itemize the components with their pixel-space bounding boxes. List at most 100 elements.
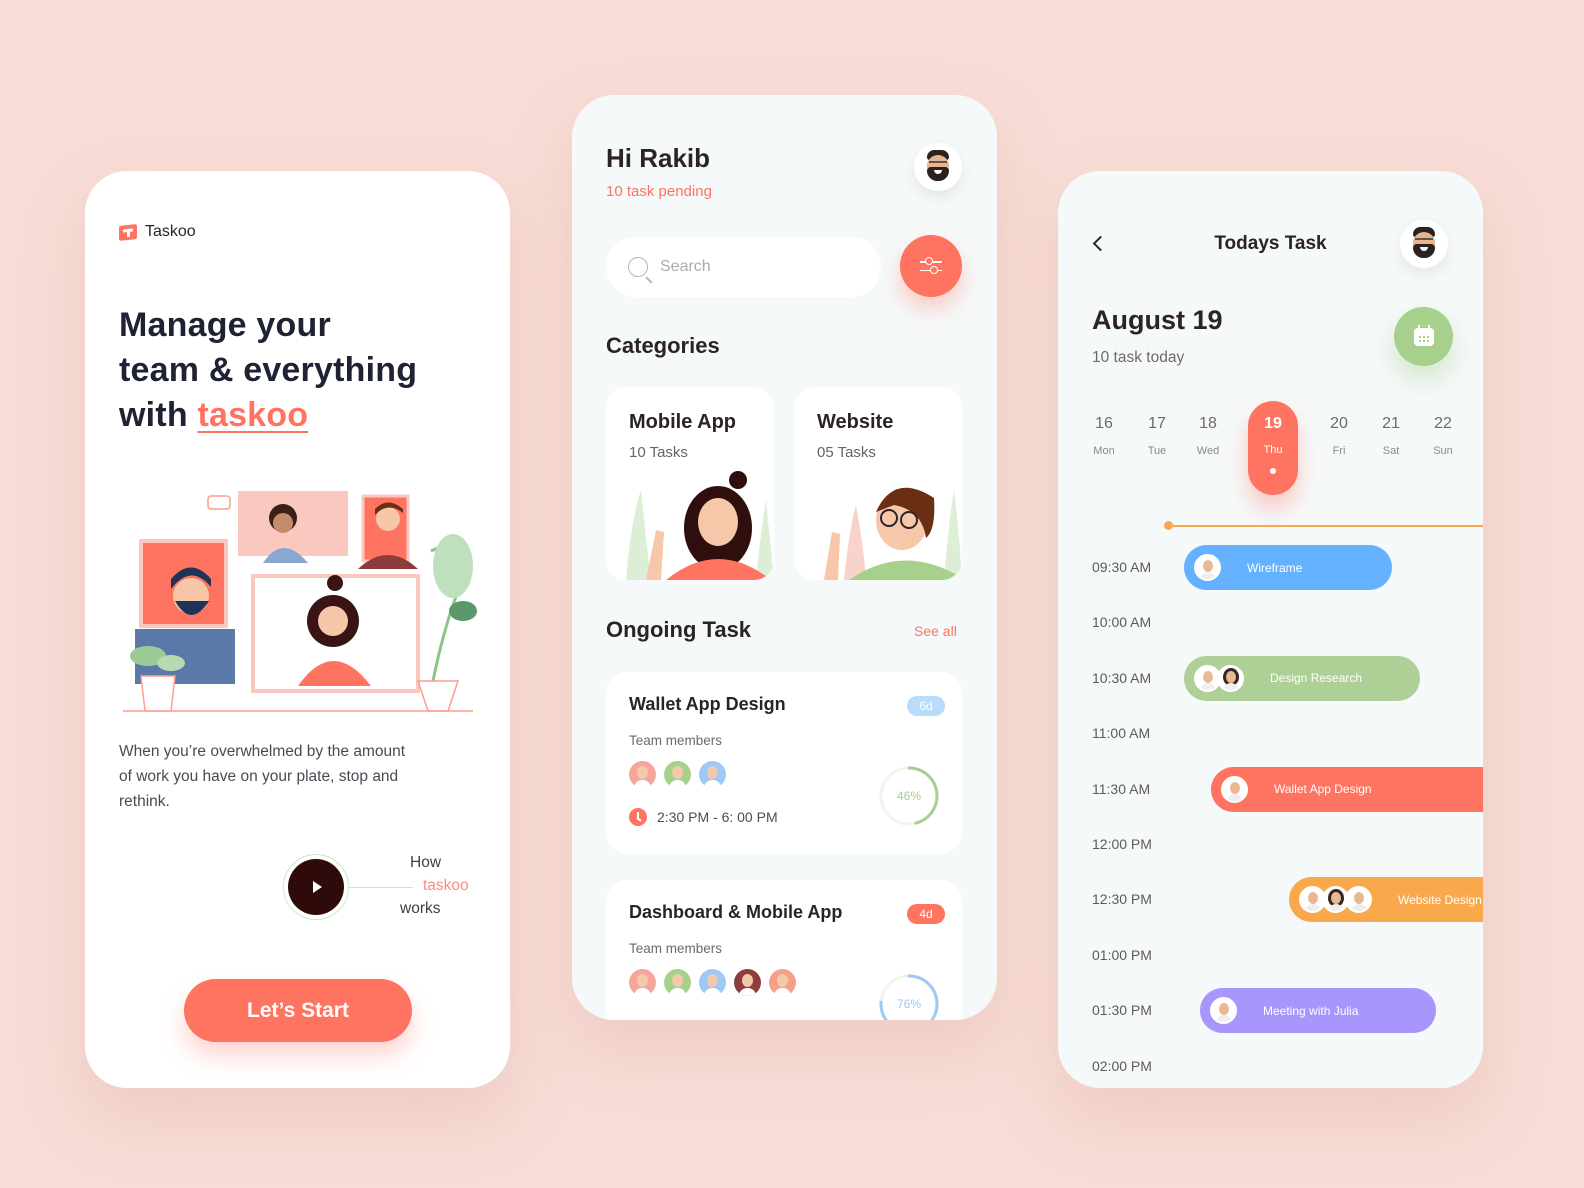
time-label: 12:00 PM (1092, 836, 1152, 852)
team-member-avatar (734, 969, 761, 996)
day-tue[interactable]: 17 Tue (1132, 403, 1182, 457)
onboarding-description: When you’re overwhelmed by the amount of… (119, 743, 406, 810)
category-count: 05 Tasks (817, 444, 876, 461)
how-it-works-label: How taskoo works (390, 851, 469, 920)
progress-ring: 46% (877, 764, 941, 828)
team-member-avatar (664, 761, 691, 788)
illus-woman-face (273, 513, 293, 533)
calendar-button[interactable] (1394, 307, 1453, 366)
attendee-avatar (1345, 886, 1372, 914)
day-fri[interactable]: 20 Fri (1314, 403, 1364, 457)
profile-avatar[interactable] (1400, 220, 1448, 268)
day-name: Mon (1093, 445, 1115, 457)
event-label: Wallet App Design (1274, 782, 1372, 797)
team-member-avatar (699, 761, 726, 788)
task-card-dashboard[interactable]: Dashboard & Mobile App 4d Team members 7… (606, 880, 962, 1020)
progress-label: 46% (896, 789, 922, 803)
days-badge: 6d (907, 696, 945, 716)
memoji-avatar-icon (1409, 227, 1439, 261)
event-meeting-with-julia[interactable]: Meeting with Julia (1200, 988, 1436, 1034)
day-name: Fri (1332, 445, 1346, 457)
category-card-mobile-app[interactable]: Mobile App 10 Tasks (606, 387, 774, 580)
illus-pot-right (416, 680, 460, 712)
task-card-wallet-app[interactable]: Wallet App Design 6d Team members 2:30 P… (606, 672, 962, 854)
illus-center-face (318, 606, 348, 636)
event-wireframe[interactable]: Wireframe (1184, 545, 1392, 590)
day-name: Sun (1433, 445, 1453, 457)
filter-button[interactable] (900, 235, 962, 297)
how-it-works-play-button[interactable] (283, 854, 349, 920)
week-strip: 16 Mon 17 Tue 18 Wed 19 Thu 20 Fri 21 Sat 22 Sun (1058, 401, 1483, 503)
greeting: Hi Rakib (606, 143, 711, 173)
attendee-avatar (1221, 775, 1248, 803)
team-member-avatar (629, 969, 656, 996)
day-number: 16 (1095, 415, 1113, 432)
time-label: 01:30 PM (1092, 1002, 1152, 1019)
day-sun[interactable]: 22 Sun (1418, 403, 1468, 457)
woman-waving-illustration (626, 471, 774, 580)
day-number: 19 (1264, 415, 1282, 432)
task-time-text: 2:30 PM - 6: 00 PM (657, 809, 778, 825)
event-label: Website Design (1398, 892, 1482, 907)
brand: Taskoo (119, 223, 196, 241)
play-button[interactable] (288, 859, 344, 915)
how-line-3: works (400, 900, 441, 917)
event-avatars (1194, 554, 1221, 581)
play-icon (313, 881, 322, 893)
hero-line-2: team & everything (119, 351, 418, 389)
progress-label: 76% (896, 997, 922, 1011)
search-icon (628, 257, 648, 277)
time-label: 11:00 AM (1092, 725, 1151, 742)
art-shirt (666, 559, 771, 580)
task-name: Dashboard & Mobile App (629, 902, 843, 922)
slider-knob (930, 266, 938, 274)
team-members-label: Team members (629, 733, 723, 748)
art-leaf (626, 490, 651, 580)
search-input[interactable] (660, 258, 850, 276)
event-design-research[interactable]: Design Research (1184, 655, 1420, 701)
event-avatars (1221, 775, 1248, 803)
see-all-link[interactable]: See all (914, 623, 957, 639)
art-leaf (756, 500, 774, 580)
ongoing-title: Ongoing Task (606, 617, 752, 642)
search-bar[interactable] (606, 237, 881, 297)
art-face (698, 498, 738, 546)
day-number: 21 (1382, 415, 1400, 432)
illus-plant-right-leaf (433, 534, 473, 598)
memoji-avatar-icon (923, 150, 953, 184)
day-number: 20 (1330, 415, 1348, 432)
day-sat[interactable]: 21 Sat (1366, 403, 1416, 457)
category-card-website[interactable]: Website 05 Tasks (794, 387, 962, 580)
event-label: Wireframe (1247, 560, 1303, 575)
task-count-today: 10 task today (1092, 349, 1185, 366)
attendee-avatar (1194, 554, 1221, 581)
day-name: Wed (1196, 445, 1220, 457)
day-mon[interactable]: 16 Mon (1079, 403, 1129, 457)
event-avatars (1210, 997, 1237, 1025)
hero-line-3: with taskoo (119, 393, 417, 438)
illus-plant-left-leaf-2 (157, 655, 185, 671)
day-wed[interactable]: 18 Wed (1183, 403, 1233, 457)
lets-start-button[interactable]: Let’s Start (184, 979, 412, 1042)
event-wallet-app-design[interactable]: Wallet App Design (1211, 766, 1483, 812)
task-time: 2:30 PM - 6: 00 PM (629, 808, 778, 826)
attendee-avatar (1210, 997, 1237, 1025)
todays-task-screen: Todays Task August 19 10 task today 16 Mo… (1058, 171, 1483, 1088)
category-count: 10 Tasks (629, 444, 688, 461)
illus-chat-bubble (207, 495, 231, 510)
profile-avatar[interactable] (914, 143, 962, 191)
categories-title: Categories (606, 333, 720, 358)
calendar-icon (1413, 324, 1434, 346)
task-name: Wallet App Design (629, 694, 786, 714)
time-label: 12:30 PM (1092, 891, 1152, 908)
time-label: 10:00 AM (1092, 614, 1152, 631)
art-arm (824, 532, 840, 580)
illus-center-bun (327, 575, 343, 591)
memoji-glasses (929, 161, 947, 167)
taskoo-logo-icon (119, 223, 137, 241)
hero-line-3-prefix: with (119, 396, 198, 434)
event-website-design[interactable]: Website Design (1289, 877, 1483, 923)
team-member-avatar (699, 969, 726, 996)
art-bun (729, 471, 747, 489)
day-thu[interactable]: 19 Thu (1248, 401, 1298, 495)
